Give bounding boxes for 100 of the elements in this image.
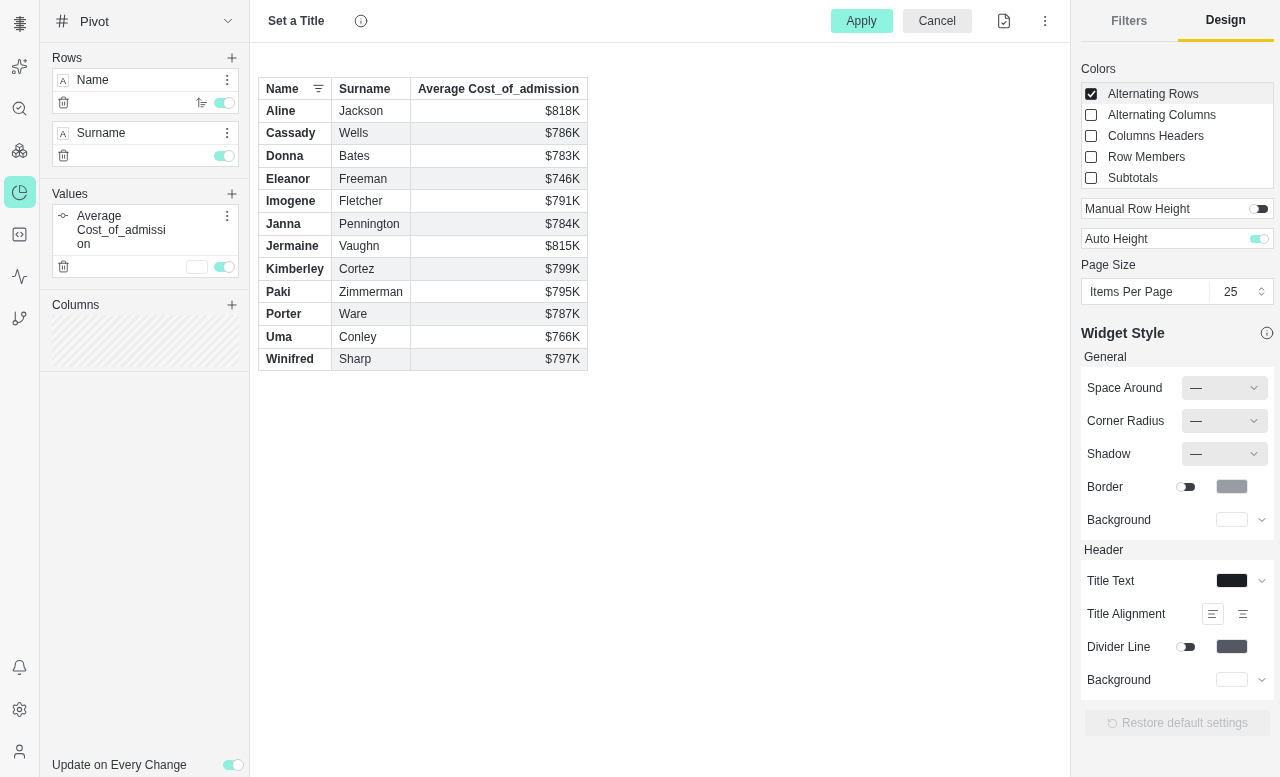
align-left-icon bbox=[1207, 607, 1219, 620]
setting-label: Space Around bbox=[1087, 380, 1164, 395]
document-icon[interactable] bbox=[996, 13, 1012, 29]
table-cell: $786K bbox=[410, 122, 588, 145]
checkbox-label: Alternating Rows bbox=[1108, 86, 1199, 101]
add-icon[interactable] bbox=[225, 187, 239, 201]
field-label: Name bbox=[76, 73, 110, 87]
dropdown[interactable]: — bbox=[1182, 375, 1268, 400]
add-icon[interactable] bbox=[225, 51, 239, 65]
setting-label: Border bbox=[1087, 479, 1125, 494]
table-cell: Paki bbox=[258, 280, 332, 303]
group-title: Header bbox=[1083, 542, 1125, 559]
column-header[interactable]: Surname bbox=[331, 77, 411, 100]
color-swatch[interactable] bbox=[1216, 512, 1248, 527]
toggle-switch[interactable] bbox=[214, 150, 234, 161]
apply-button[interactable]: Apply bbox=[830, 9, 893, 33]
trash-icon[interactable] bbox=[57, 260, 70, 273]
toggle-switch[interactable] bbox=[1250, 234, 1268, 243]
table-cell: $795K bbox=[410, 280, 588, 303]
dropdown-value: — bbox=[1190, 413, 1202, 428]
table-cell: $746K bbox=[410, 167, 588, 190]
grid-icon bbox=[54, 13, 70, 29]
checkbox[interactable] bbox=[1085, 108, 1097, 121]
cancel-button[interactable]: Cancel bbox=[902, 9, 972, 33]
update-label: Update on Every Change bbox=[52, 758, 187, 772]
toggle-label: Manual Row Height bbox=[1085, 201, 1190, 216]
type-tag: A bbox=[57, 127, 69, 140]
toggle-label: Auto Height bbox=[1085, 231, 1148, 246]
toggle-switch[interactable] bbox=[214, 261, 234, 272]
align-center-icon bbox=[1237, 607, 1249, 620]
section-title: Colors bbox=[1081, 62, 1117, 76]
toggle-switch[interactable] bbox=[223, 760, 243, 770]
panel-tab[interactable]: Design bbox=[1177, 0, 1274, 42]
setting-label: Title Text bbox=[1087, 573, 1136, 588]
sort-icon[interactable] bbox=[313, 83, 325, 94]
group-title: General bbox=[1083, 349, 1128, 366]
toggle-switch[interactable] bbox=[1177, 482, 1195, 491]
checkbox-label: Subtotals bbox=[1108, 170, 1159, 185]
dropdown[interactable]: — bbox=[1182, 441, 1268, 466]
color-swatch[interactable] bbox=[186, 259, 208, 274]
setting-label: Corner Radius bbox=[1087, 413, 1166, 428]
table-cell: Jermaine bbox=[258, 235, 332, 258]
trash-icon[interactable] bbox=[57, 149, 70, 162]
pie-chart-icon[interactable] bbox=[3, 176, 36, 208]
field-label: Surname bbox=[76, 126, 127, 140]
table-cell: $783K bbox=[410, 144, 588, 168]
table-cell: $799K bbox=[410, 257, 588, 281]
toggle-switch[interactable] bbox=[1250, 204, 1268, 213]
table-cell: Donna bbox=[258, 144, 332, 168]
section-title: Rows bbox=[52, 51, 82, 65]
field-value: 25 bbox=[1224, 284, 1238, 299]
section-title: Values bbox=[52, 187, 88, 201]
column-header[interactable]: Name bbox=[258, 77, 332, 100]
number-field[interactable]: 25 bbox=[1209, 280, 1269, 303]
panel-tab[interactable]: Filters bbox=[1081, 0, 1178, 42]
stepper-icon[interactable] bbox=[1256, 286, 1267, 297]
checkbox-label: Row Members bbox=[1108, 149, 1186, 164]
field-label: Average Cost_of_admission bbox=[77, 209, 167, 251]
table-cell: $784K bbox=[410, 212, 588, 236]
column-header[interactable]: Average Cost_of_admission bbox=[410, 77, 588, 100]
color-swatch[interactable] bbox=[1216, 672, 1248, 687]
type-tag: A bbox=[57, 74, 69, 87]
widget-title[interactable]: Set a Title bbox=[268, 14, 325, 28]
checkbox[interactable] bbox=[1085, 87, 1097, 100]
setting-label: Background bbox=[1087, 512, 1153, 527]
table-cell: Uma bbox=[258, 325, 332, 349]
info-icon[interactable] bbox=[1260, 326, 1274, 340]
toggle-switch[interactable] bbox=[1177, 642, 1195, 651]
trash-icon[interactable] bbox=[57, 96, 70, 109]
info-icon[interactable] bbox=[354, 14, 369, 28]
table-cell: Cassady bbox=[258, 122, 332, 145]
checkbox-label: Alternating Columns bbox=[1108, 107, 1217, 122]
table-cell: Winifred bbox=[258, 348, 332, 371]
add-icon[interactable] bbox=[225, 298, 239, 312]
dropdown-value: — bbox=[1190, 380, 1202, 395]
section-title: Widget Style bbox=[1081, 325, 1165, 341]
checkbox[interactable] bbox=[1085, 129, 1097, 142]
table-cell: Porter bbox=[258, 302, 332, 326]
sort-icon[interactable] bbox=[195, 96, 208, 109]
checkbox-label: Columns Headers bbox=[1108, 128, 1205, 143]
align-left-button[interactable] bbox=[1202, 602, 1224, 625]
table-cell: Imogene bbox=[258, 189, 332, 213]
table-cell: $791K bbox=[410, 189, 588, 213]
table-cell: $787K bbox=[410, 302, 588, 326]
color-swatch[interactable] bbox=[1216, 479, 1248, 494]
checkbox[interactable] bbox=[1085, 150, 1097, 163]
table-cell: Kimberley bbox=[258, 257, 332, 281]
checkbox[interactable] bbox=[1085, 171, 1097, 184]
reset-icon bbox=[1106, 717, 1118, 729]
dropdown-value: — bbox=[1190, 446, 1202, 461]
table-cell: Aline bbox=[258, 99, 332, 123]
toggle-switch[interactable] bbox=[214, 97, 234, 108]
table-cell: Janna bbox=[258, 212, 332, 236]
setting-label: Shadow bbox=[1087, 446, 1132, 461]
color-swatch[interactable] bbox=[1216, 573, 1248, 588]
dropdown[interactable]: — bbox=[1182, 408, 1268, 433]
color-swatch[interactable] bbox=[1216, 639, 1248, 654]
table-cell: $766K bbox=[410, 325, 588, 349]
widget-type[interactable]: Pivot bbox=[80, 13, 211, 29]
table-cell: $818K bbox=[410, 99, 588, 123]
